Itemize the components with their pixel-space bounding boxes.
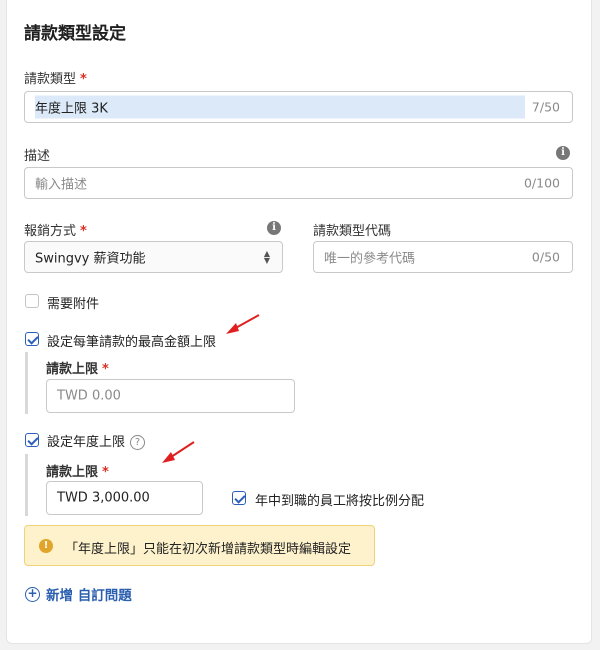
annotation-arrows (162, 314, 260, 463)
arrow-annual-icon (162, 441, 195, 463)
arrow-per-claim-icon (226, 314, 260, 334)
